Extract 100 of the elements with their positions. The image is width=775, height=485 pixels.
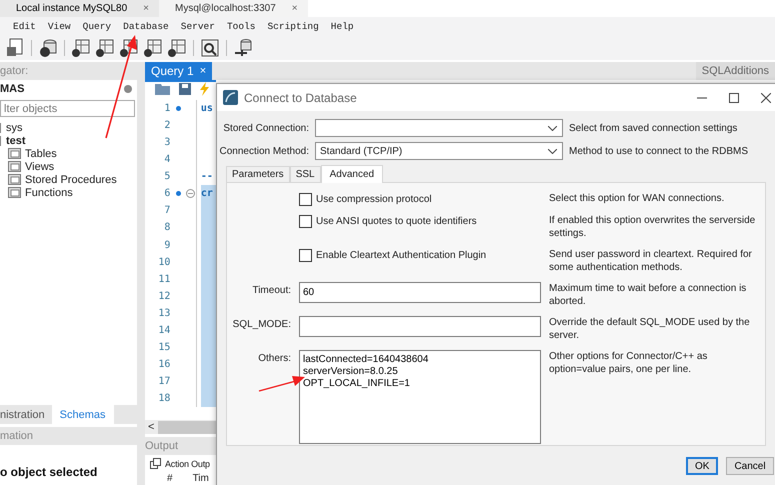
field-label: SQL_MODE: xyxy=(232,318,291,330)
folder-icon xyxy=(8,187,21,198)
line-number: 13 xyxy=(157,308,170,319)
line-number: 8 xyxy=(163,222,170,234)
settings-tab[interactable]: SSL xyxy=(290,166,321,182)
schema-item[interactable]: test xyxy=(6,134,26,146)
add-object-icon[interactable] xyxy=(143,38,163,58)
menu-item[interactable]: Help xyxy=(330,21,354,32)
tree-item[interactable]: Views xyxy=(25,160,54,172)
schema-item[interactable]: sys xyxy=(6,122,22,134)
hint-text: Other options for Connector/C++ as option=value pairs, one per line. xyxy=(549,350,708,376)
tree-item[interactable]: Stored Procedures xyxy=(25,174,117,186)
menu-item[interactable]: Tools xyxy=(226,21,256,32)
menu-item[interactable]: Query xyxy=(82,21,112,32)
line-number: 15 xyxy=(157,342,170,354)
field-label: Others: xyxy=(257,352,291,364)
hint-text: Override the default SQL_MODE used by the server. xyxy=(549,316,751,342)
panel-tab[interactable]: nistration xyxy=(0,405,52,424)
panel-title: mation xyxy=(0,430,34,442)
tree-item[interactable]: Functions xyxy=(25,186,73,198)
column-header: # xyxy=(167,472,173,484)
selection-highlight: cr xyxy=(200,185,216,202)
search-table-icon[interactable] xyxy=(200,38,220,58)
panel-tab[interactable]: SQLAdditions xyxy=(696,62,775,80)
filter-field[interactable]: lter objects xyxy=(0,100,135,117)
close-icon[interactable] xyxy=(761,92,771,102)
line-number: 17 xyxy=(157,376,170,388)
section-title: MAS xyxy=(0,83,24,95)
add-object-icon[interactable] xyxy=(95,38,115,58)
line-number: 7 xyxy=(163,205,170,216)
line-number: 9 xyxy=(163,240,170,251)
checkbox[interactable] xyxy=(299,249,312,262)
option-label[interactable]: Use ANSI quotes to quote identifiers xyxy=(316,216,477,227)
settings-tab[interactable]: Advanced xyxy=(320,165,384,183)
maximize-icon[interactable] xyxy=(729,92,739,102)
database-info-icon[interactable] xyxy=(38,38,58,58)
tree-item[interactable]: Tables xyxy=(25,148,57,160)
line-number: 10 xyxy=(157,256,170,268)
hint-text: Send user password in cleartext. Required for some authentication methods. xyxy=(549,248,753,274)
database-connect-icon[interactable] xyxy=(233,38,253,58)
menu-item[interactable]: Scripting xyxy=(267,21,319,32)
settings-tab[interactable]: Parameters xyxy=(226,166,290,182)
line-number: 3 xyxy=(163,137,170,148)
add-object-icon[interactable] xyxy=(167,38,187,58)
option-label[interactable]: Use compression protocol xyxy=(316,194,432,205)
line-number: 6 xyxy=(163,188,170,200)
input-field[interactable]: 60 xyxy=(299,282,541,303)
option-label[interactable]: Enable Cleartext Authentication Plugin xyxy=(316,250,486,261)
line-number: 1 xyxy=(163,102,170,114)
hint-text: Select this option for WAN connections. xyxy=(549,192,726,205)
column-header: Tim xyxy=(192,472,209,484)
field-label: Timeout: xyxy=(251,284,291,296)
close-icon[interactable]: × xyxy=(292,3,298,14)
output-type-dropdown[interactable]: Action Outp xyxy=(165,458,210,469)
menu-item[interactable]: Edit xyxy=(13,21,36,32)
chevron-down-icon xyxy=(548,148,557,154)
hint-text: Select from saved connection settings xyxy=(569,122,738,134)
hint-text: Maximum time to wait before a connection is aborted. xyxy=(549,282,748,308)
horizontal-scrollbar[interactable] xyxy=(158,420,216,434)
line-number: 11 xyxy=(157,274,170,285)
folder-icon[interactable] xyxy=(155,83,170,96)
options-text-area[interactable]: lastConnected=1640438604 serverVersion=8.0.25 OPT_LOCAL_INFILE=1 xyxy=(299,350,541,444)
code-text: -- xyxy=(200,171,213,182)
line-number: 5 xyxy=(163,171,170,182)
add-object-icon[interactable] xyxy=(71,38,91,58)
close-icon[interactable]: × xyxy=(143,3,150,14)
panel-tab[interactable]: Schemas xyxy=(52,405,114,424)
dialog-title: Connect to Database xyxy=(244,90,357,104)
hint-text: If enabled this option overwrites the serverside settings. xyxy=(549,214,756,240)
folder-icon xyxy=(8,148,21,159)
cancel-button[interactable]: Cancel xyxy=(726,457,774,475)
connection-dropdown[interactable] xyxy=(315,119,563,137)
scroll-left-button[interactable]: < xyxy=(148,421,154,434)
field-label: Stored Connection: xyxy=(222,122,309,134)
folder-icon xyxy=(8,161,21,172)
fold-icon[interactable] xyxy=(186,189,196,198)
connection-tab[interactable]: Mysql@localhost:3307 × xyxy=(159,0,308,17)
info-text: o object selected xyxy=(0,465,98,479)
input-field[interactable] xyxy=(299,316,541,337)
checkbox[interactable] xyxy=(299,215,312,228)
save-icon[interactable] xyxy=(179,83,191,96)
folder-icon xyxy=(8,174,21,185)
hint-text: Method to use to connect to the RDBMS xyxy=(569,146,749,156)
chevron-down-icon xyxy=(548,126,557,130)
menu-item[interactable]: View xyxy=(48,21,71,32)
connection-dropdown[interactable]: Standard (TCP/IP) xyxy=(315,142,563,160)
ok-button[interactable]: OK xyxy=(686,457,718,475)
line-number: 18 xyxy=(157,393,170,404)
checkbox[interactable] xyxy=(299,193,312,206)
query-tab[interactable]: Query 1 × xyxy=(145,62,212,80)
menu-item[interactable]: Server xyxy=(180,21,215,32)
app-logo-icon xyxy=(223,90,238,105)
field-label: Connection Method: xyxy=(218,146,309,156)
line-number: 16 xyxy=(157,359,170,370)
line-number: 14 xyxy=(157,325,170,336)
copy-icon[interactable] xyxy=(150,458,161,470)
line-number: 4 xyxy=(163,154,170,166)
connection-tab[interactable]: Local instance MySQL80 × xyxy=(0,0,160,17)
sql-file-icon[interactable] xyxy=(5,38,25,58)
menu-item[interactable]: Database xyxy=(123,21,169,32)
